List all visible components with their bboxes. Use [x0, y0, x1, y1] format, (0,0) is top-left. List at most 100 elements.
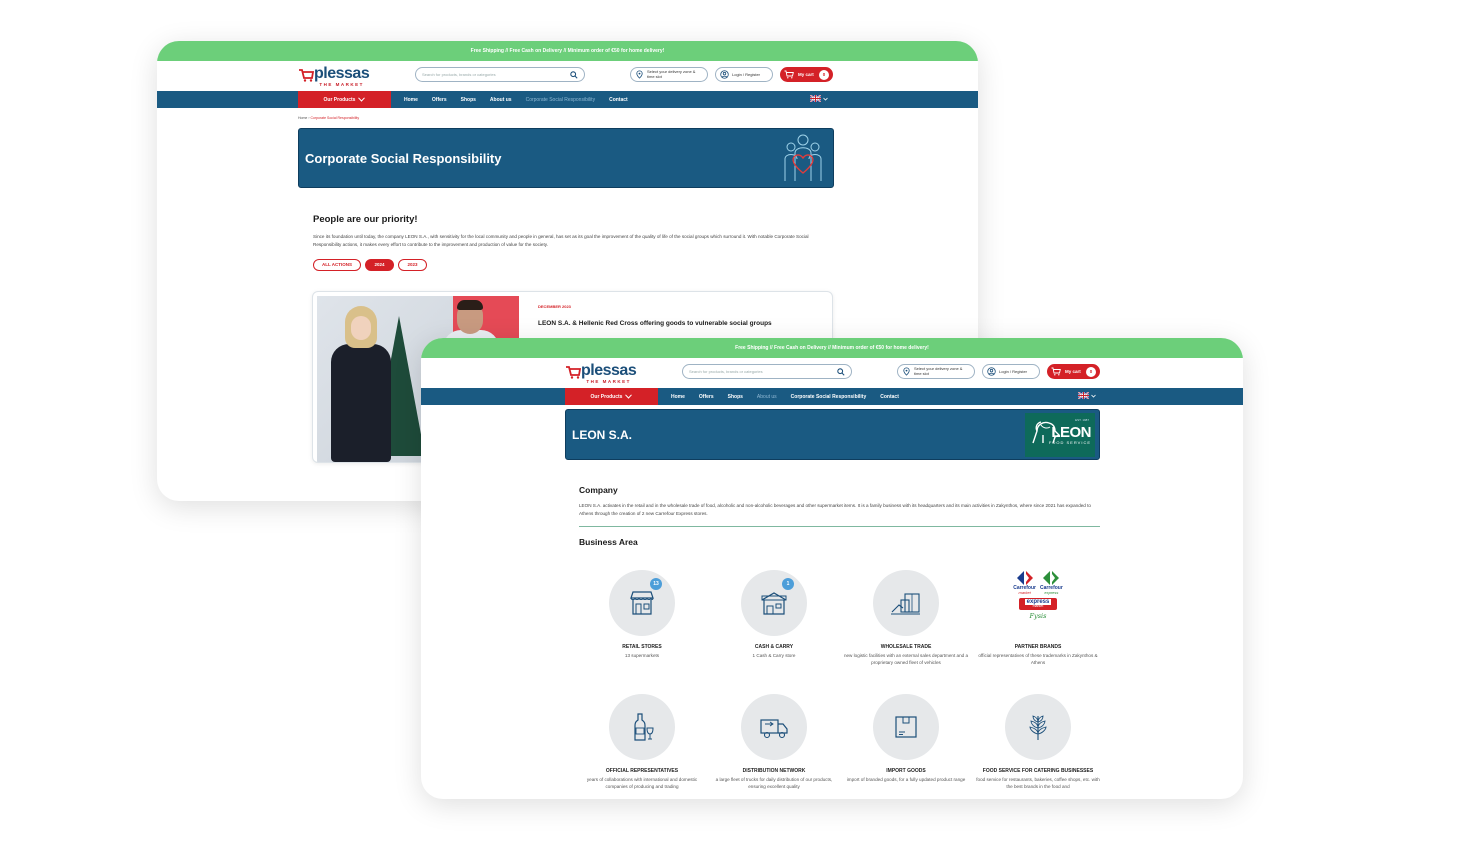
nav-about[interactable]: About us	[757, 394, 777, 400]
nav-csr[interactable]: Corporate Social Responsibility	[526, 97, 595, 103]
search-placeholder: Search for products, brands or categorie…	[689, 369, 763, 374]
language-selector[interactable]	[1078, 392, 1096, 399]
delivery-zone-button[interactable]: Select your delivery zone & time slot	[630, 67, 708, 82]
filter-2024[interactable]: 2024	[365, 258, 394, 271]
wholesale-icon	[891, 593, 920, 615]
nav-offers[interactable]: Offers	[699, 394, 714, 400]
cash-carry-count-badge: 1	[782, 578, 794, 590]
card-title[interactable]: LEON S.A. & Hellenic Red Cross offering …	[538, 320, 772, 327]
csr-banner: Corporate Social Responsibility	[298, 128, 834, 188]
page-title: LEON S.A.	[572, 427, 633, 442]
filter-2023[interactable]: 2023	[398, 258, 427, 271]
login-button[interactable]: Login / Register	[715, 67, 773, 82]
business-item-wholesale: WHOLESALE TRADE new logistic facilities …	[840, 570, 972, 667]
search-input[interactable]: Search for products, brands or categorie…	[415, 67, 585, 82]
business-item-cash-carry: 1 CASH & CARRY 1 Cash & Carry store	[708, 570, 840, 659]
login-label: Login / Register	[732, 72, 761, 77]
nav-about[interactable]: About us	[490, 97, 512, 103]
csr-intro-text: Since its foundation until today, the co…	[313, 234, 809, 247]
chevron-down-icon	[823, 97, 828, 101]
store-icon	[630, 591, 654, 615]
nav-links: Home Offers Shops About us Corporate Soc…	[671, 388, 899, 405]
search-placeholder: Search for products, brands or categorie…	[422, 72, 496, 77]
carrefour-logo-icon	[1016, 571, 1033, 585]
nav-csr[interactable]: Corporate Social Responsibility	[791, 394, 867, 400]
chevron-down-icon	[358, 97, 366, 102]
business-label: RETAIL STORES	[622, 644, 662, 650]
fysis-logo: Fysis	[1029, 612, 1047, 620]
nav-links: Home Offers Shops About us Corporate Soc…	[404, 91, 628, 108]
cart-logo-icon	[566, 366, 581, 379]
plessas-logo[interactable]: plessas THE MARKET	[298, 65, 370, 88]
section-heading: People are our priority!	[313, 214, 418, 225]
chevron-down-icon	[625, 394, 633, 399]
promo-bar: Free Shipping // Free Cash on Delivery /…	[157, 41, 978, 61]
leon-page-window: Free Shipping // Free Cash on Delivery /…	[421, 338, 1243, 799]
express-sub: market	[1032, 604, 1044, 609]
search-icon[interactable]	[837, 367, 845, 376]
business-item-retail: 13 RETAIL STORES 13 supermarkets	[576, 570, 708, 659]
brand-kind: express	[1044, 590, 1059, 595]
search-icon[interactable]	[570, 70, 578, 79]
business-desc: a large fleet of trucks for daily distri…	[715, 777, 833, 790]
cart-button[interactable]: My cart 0	[1047, 364, 1100, 379]
nav-contact[interactable]: Contact	[609, 97, 628, 103]
login-label: Login / Register	[999, 369, 1028, 374]
express-market-logo: express market	[1019, 598, 1057, 610]
plessas-logo[interactable]: plessas THE MARKET	[565, 363, 637, 385]
company-section: Company LEON S.A. activates in the retai…	[579, 485, 1100, 547]
logo-sub: THE MARKET	[319, 82, 364, 87]
site-header: plessas THE MARKET Search for products, …	[157, 61, 978, 91]
business-desc: years of collaborations with internation…	[586, 777, 698, 790]
brand-kind: market	[1018, 590, 1031, 595]
cart-count-badge: 0	[1086, 366, 1096, 377]
business-label: WHOLESALE TRADE	[880, 644, 932, 650]
login-button[interactable]: Login / Register	[982, 364, 1040, 379]
language-selector[interactable]	[810, 95, 828, 102]
company-heading: Company	[579, 485, 618, 495]
our-products-menu[interactable]: Our Products	[298, 91, 391, 108]
business-desc: 1 Cash & Carry store	[752, 653, 796, 658]
nav-home[interactable]: Home	[404, 97, 418, 103]
retail-count-badge: 13	[650, 578, 662, 590]
location-pin-icon	[903, 367, 910, 376]
nav-shops[interactable]: Shops	[728, 394, 743, 400]
filter-all-actions[interactable]: ALL ACTIONS	[313, 258, 361, 271]
business-area-heading: Business Area	[579, 537, 638, 548]
delivery-label: Select your delivery zone & time slot	[914, 366, 963, 376]
our-products-label: Our Products	[323, 96, 356, 103]
our-products-menu[interactable]: Our Products	[565, 388, 658, 405]
business-label: DISTRIBUTION NETWORK	[742, 768, 806, 774]
leon-word: LEON	[1051, 424, 1091, 441]
cart-button[interactable]: My cart 0	[780, 67, 833, 82]
main-nav: Our Products Home Offers Shops About us …	[157, 91, 978, 108]
section-divider	[579, 526, 1100, 528]
year-filters: ALL ACTIONS 2024 2023	[313, 258, 833, 271]
search-input[interactable]: Search for products, brands or categorie…	[682, 364, 852, 379]
site-header: plessas THE MARKET Search for products, …	[421, 358, 1243, 388]
nav-offers[interactable]: Offers	[432, 97, 447, 103]
business-desc: import of branded goods, for a fully upd…	[846, 777, 966, 782]
nav-home[interactable]: Home	[671, 394, 685, 400]
nav-contact[interactable]: Contact	[880, 394, 899, 400]
business-label: IMPORT GOODS	[886, 768, 926, 774]
business-item-representatives: OFFICIAL REPRESENTATIVES years of collab…	[576, 694, 708, 791]
people-heart-icon	[784, 134, 822, 181]
our-products-label: Our Products	[590, 393, 623, 400]
carrefour-logo-icon	[1043, 571, 1060, 585]
nav-shops[interactable]: Shops	[461, 97, 476, 103]
user-icon	[987, 367, 996, 376]
delivery-zone-button[interactable]: Select your delivery zone & time slot	[897, 364, 975, 379]
carrefour-express-logo: Carrefour express	[1040, 570, 1063, 595]
chevron-down-icon	[1091, 394, 1096, 398]
user-icon	[720, 70, 729, 79]
business-item-distribution: DISTRIBUTION NETWORK a large fleet of tr…	[708, 694, 840, 791]
breadcrumb-home[interactable]: Home	[298, 116, 307, 120]
cart-icon	[784, 70, 794, 79]
business-label: FOOD SERVICE FOR CATERING BUSINESSES	[982, 768, 1094, 774]
breadcrumb-current: Corporate Social Responsibility	[310, 116, 360, 120]
box-icon	[895, 716, 917, 738]
business-label: PARTNER BRANDS	[1014, 644, 1062, 650]
cart-label: My cart	[1065, 369, 1081, 374]
logo-word: plessas	[314, 65, 370, 82]
